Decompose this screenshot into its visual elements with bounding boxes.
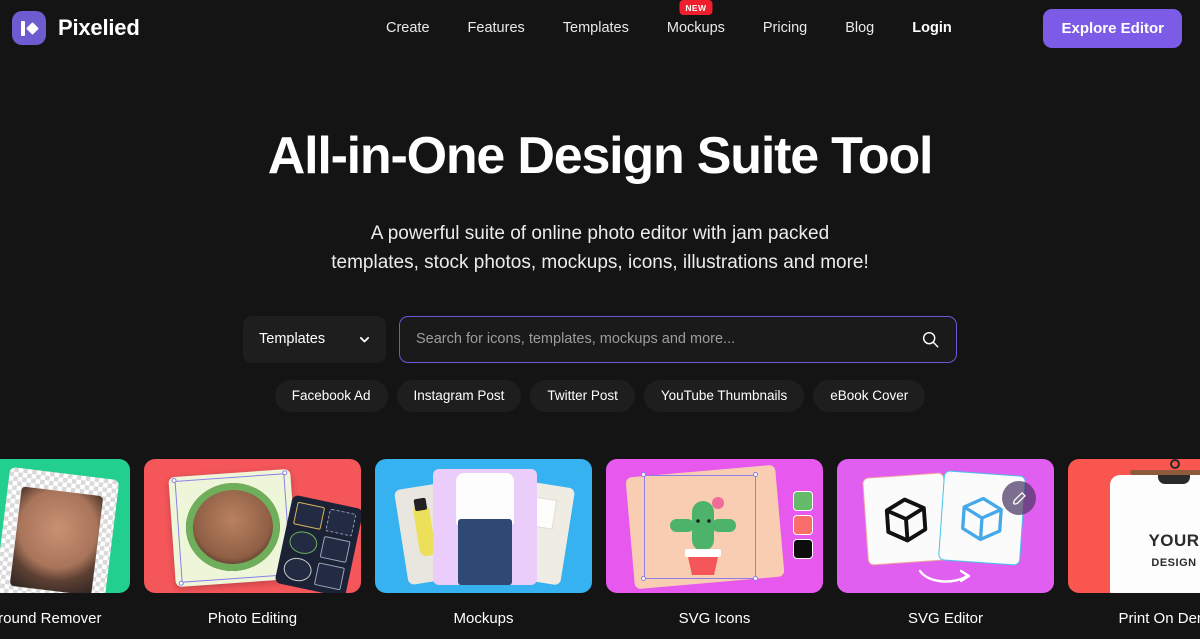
- logo-diamond-shape: [26, 21, 39, 35]
- search-category-dropdown[interactable]: Templates: [243, 315, 386, 363]
- card-label-print-on-demand: Print On Demand: [1118, 610, 1200, 627]
- selection-handle: [178, 580, 184, 586]
- chip-twitter-post[interactable]: Twitter Post: [530, 379, 635, 412]
- filter-swatch: [287, 528, 319, 557]
- nav-item-blog[interactable]: Blog: [845, 20, 874, 36]
- hero-section: All-in-One Design Suite Tool A powerful …: [0, 56, 1200, 412]
- nav-label: Features: [467, 20, 525, 36]
- color-swatch-red[interactable]: [793, 515, 813, 535]
- carousel-card-svg-icons[interactable]: SVG Icons: [606, 459, 823, 639]
- nav-item-pricing[interactable]: Pricing: [763, 20, 807, 36]
- selection-box: [644, 475, 756, 579]
- search-icon[interactable]: [921, 330, 940, 349]
- logo-bar-shape: [21, 20, 25, 36]
- filter-swatch: [324, 508, 357, 537]
- svg-source-card: [862, 472, 950, 566]
- nav-label: Blog: [845, 20, 875, 36]
- explore-editor-button[interactable]: Explore Editor: [1043, 9, 1182, 48]
- brand-name: Pixelied: [58, 15, 140, 40]
- card-art-svg-editor: [837, 459, 1054, 593]
- category-carousel: Background Remover Photo Editing: [0, 459, 1200, 639]
- filter-swatch: [319, 535, 351, 564]
- nav-label: Create: [386, 20, 430, 36]
- carousel-card-photo-editing[interactable]: Photo Editing: [144, 459, 361, 639]
- search-row: Templates: [0, 315, 1200, 363]
- selection-handle: [753, 472, 758, 477]
- carousel-card-mockups[interactable]: Mockups: [375, 459, 592, 639]
- hero-subtitle: A powerful suite of online photo editor …: [0, 220, 1200, 278]
- card-art-mockups: [375, 459, 592, 593]
- color-swatch-black[interactable]: [793, 539, 813, 559]
- card-photo-cutout: [0, 466, 120, 593]
- site-header: Pixelied Create Features Templates NEW M…: [0, 0, 1200, 56]
- selection-handle: [641, 472, 646, 477]
- cube-outline-black-icon: [884, 497, 928, 543]
- hero-subtitle-line-1: A powerful suite of online photo editor …: [370, 223, 830, 245]
- tshirt-print-text: YOUR DESIGN: [1148, 531, 1200, 569]
- card-label-photo-editing: Photo Editing: [207, 610, 298, 627]
- chevron-down-icon: [359, 336, 370, 343]
- tshirt-collar: [1158, 475, 1190, 484]
- chip-instagram-post[interactable]: Instagram Post: [396, 379, 522, 412]
- nav-label: Login: [912, 20, 952, 36]
- carousel-card-print-on-demand[interactable]: YOURDESIGN Print On Demand: [1068, 459, 1200, 639]
- color-swatch-green[interactable]: [793, 491, 813, 511]
- card-label-svg-icons: SVG Icons: [678, 610, 751, 627]
- selection-handle: [282, 470, 288, 476]
- nav-label: Pricing: [762, 20, 808, 36]
- chip-ebook-cover[interactable]: eBook Cover: [813, 379, 926, 412]
- carousel-card-svg-editor[interactable]: SVG Editor: [837, 459, 1054, 639]
- nav-label: Mockups: [666, 20, 725, 36]
- filter-swatch: [281, 555, 314, 584]
- card-art-background-remover: [0, 459, 130, 593]
- nav-item-create[interactable]: Create: [386, 20, 430, 36]
- bottle-cap: [413, 497, 428, 512]
- pixelied-logo-icon: [12, 11, 46, 45]
- page-title: All-in-One Design Suite Tool: [267, 127, 934, 185]
- nav-new-badge: NEW: [679, 0, 713, 15]
- nav-item-features[interactable]: Features: [468, 20, 525, 36]
- main-navigation: Create Features Templates NEW Mockups Pr…: [386, 0, 952, 56]
- card-mockup-center: [433, 469, 537, 585]
- pencil-icon: [1012, 491, 1026, 505]
- convert-arrow-icon: [918, 569, 971, 583]
- nav-item-login[interactable]: Login: [912, 20, 951, 36]
- edit-badge[interactable]: [1002, 481, 1036, 515]
- nav-item-mockups[interactable]: NEW Mockups: [666, 0, 725, 36]
- card-label-svg-editor: SVG Editor: [907, 610, 984, 627]
- hero-subtitle-line-2: templates, stock photos, mockups, icons,…: [331, 252, 869, 274]
- search-input[interactable]: [416, 331, 921, 348]
- nav-label: Templates: [562, 20, 629, 36]
- search-box[interactable]: [399, 315, 957, 363]
- filter-swatch: [293, 501, 325, 530]
- card-label-background-remover: Background Remover: [0, 610, 102, 627]
- card-art-svg-icons: [606, 459, 823, 593]
- selection-box: [174, 473, 292, 583]
- selection-handle: [641, 576, 646, 581]
- filter-swatch: [313, 562, 345, 591]
- card-portrait: [9, 486, 104, 593]
- jeans-shape: [458, 519, 512, 585]
- tshirt-shape: [456, 473, 514, 525]
- carousel-card-background-remover[interactable]: Background Remover: [0, 459, 130, 639]
- brand-logo[interactable]: Pixelied: [12, 11, 140, 45]
- selection-handle: [753, 576, 758, 581]
- card-art-photo-editing: [144, 459, 361, 593]
- card-art-print-on-demand: YOUR DESIGN: [1068, 459, 1200, 593]
- card-label-mockups: Mockups: [453, 610, 514, 627]
- nav-item-templates[interactable]: Templates: [563, 20, 629, 36]
- search-category-value: Templates: [259, 331, 326, 348]
- color-swatch-list: [793, 491, 813, 559]
- chip-facebook-ad[interactable]: Facebook Ad: [274, 379, 388, 412]
- tshirt-shape: YOUR DESIGN: [1110, 475, 1200, 593]
- chip-youtube-thumbnails[interactable]: YouTube Thumbnails: [643, 379, 805, 412]
- quick-filter-chips: Facebook Ad Instagram Post Twitter Post …: [0, 379, 1200, 412]
